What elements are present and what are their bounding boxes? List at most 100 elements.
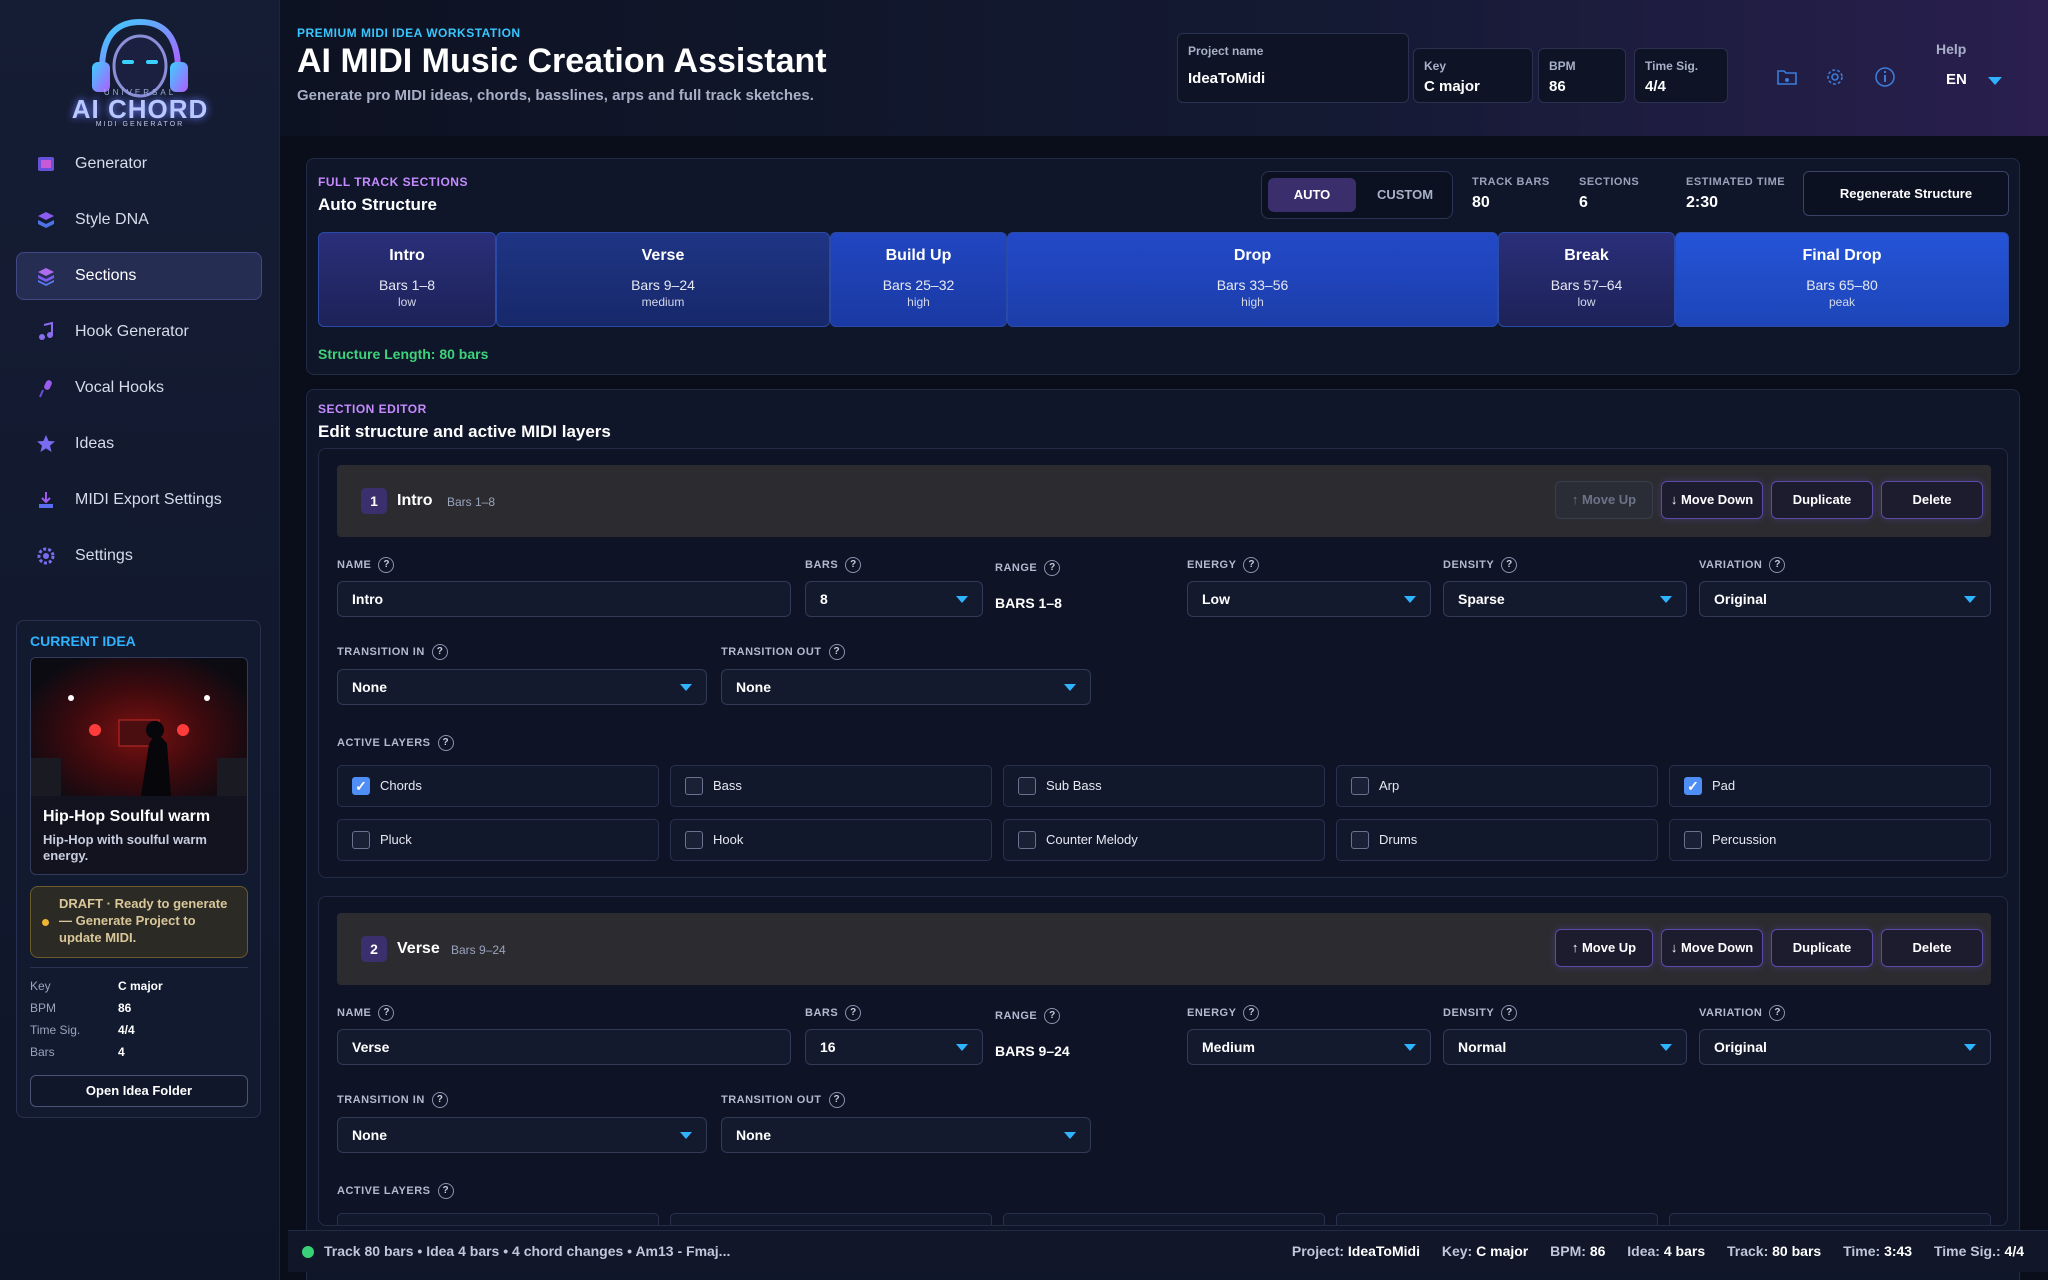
layer-drums[interactable]: Drums bbox=[1336, 819, 1658, 861]
structure-block-final-drop[interactable]: Final Drop Bars 65–80 peak bbox=[1675, 232, 2009, 327]
help-icon[interactable]: ? bbox=[431, 1092, 448, 1108]
checkbox-checked-icon[interactable]: ✓ bbox=[352, 777, 370, 795]
layer-pluck[interactable]: Pluck bbox=[337, 819, 659, 861]
help-icon[interactable]: ? bbox=[431, 644, 448, 660]
status-key: Track: bbox=[1727, 1243, 1769, 1259]
sections-value: 6 bbox=[1579, 194, 1588, 211]
energy-label: ENERGY? bbox=[1187, 557, 1260, 573]
checkbox-checked-icon[interactable]: ✓ bbox=[1684, 777, 1702, 795]
help-icon[interactable]: ? bbox=[1044, 1008, 1061, 1024]
checkbox-icon[interactable] bbox=[685, 777, 703, 795]
structure-block-verse[interactable]: Verse Bars 9–24 medium bbox=[496, 232, 830, 327]
help-icon[interactable]: ? bbox=[828, 644, 845, 660]
checkbox-icon[interactable] bbox=[352, 831, 370, 849]
toggle-custom[interactable]: CUSTOM bbox=[1362, 178, 1448, 212]
sidebar-item-sections[interactable]: Sections bbox=[16, 252, 262, 300]
density-select[interactable]: Normal bbox=[1443, 1029, 1687, 1065]
structure-block-break[interactable]: Break Bars 57–64 low bbox=[1498, 232, 1675, 327]
info-icon[interactable] bbox=[1874, 66, 1896, 88]
checkbox-icon[interactable] bbox=[1684, 831, 1702, 849]
structure-block-drop[interactable]: Drop Bars 33–56 high bbox=[1007, 232, 1498, 327]
structure-block-build-up[interactable]: Build Up Bars 25–32 high bbox=[830, 232, 1007, 327]
help-icon[interactable]: ? bbox=[845, 557, 862, 573]
help-icon[interactable]: ? bbox=[437, 735, 454, 751]
logo-main-text: AI CHORD bbox=[71, 94, 209, 124]
layer-pad[interactable]: ✓ Pad bbox=[1669, 765, 1991, 807]
duplicate-button[interactable]: Duplicate bbox=[1771, 929, 1873, 967]
transition-in-value: None bbox=[352, 1127, 387, 1143]
help-icon[interactable]: ? bbox=[378, 557, 395, 573]
help-icon[interactable]: ? bbox=[1243, 1005, 1260, 1021]
help-icon[interactable]: ? bbox=[437, 1183, 454, 1199]
layer-arp[interactable]: Arp bbox=[1336, 765, 1658, 807]
language-select[interactable]: EN bbox=[1946, 71, 1967, 88]
checkbox-icon[interactable] bbox=[685, 831, 703, 849]
layer-label: Bass bbox=[713, 778, 742, 793]
toggle-auto[interactable]: AUTO bbox=[1268, 178, 1356, 212]
variation-select[interactable]: Original bbox=[1699, 581, 1991, 617]
energy-select[interactable]: Low bbox=[1187, 581, 1431, 617]
structure-block-intro[interactable]: Intro Bars 1–8 low bbox=[318, 232, 496, 327]
bars-select[interactable]: 16 bbox=[805, 1029, 983, 1065]
help-icon[interactable]: ? bbox=[1243, 557, 1260, 573]
help-icon[interactable]: ? bbox=[1501, 557, 1518, 573]
layer-counter-melody[interactable]: Counter Melody bbox=[1003, 819, 1325, 861]
project-name-field[interactable]: Project name IdeaToMidi bbox=[1177, 33, 1409, 103]
help-icon[interactable]: ? bbox=[1501, 1005, 1518, 1021]
bpm-field[interactable]: BPM 86 bbox=[1538, 48, 1626, 103]
transition-out-select[interactable]: None bbox=[721, 1117, 1091, 1153]
help-icon[interactable]: ? bbox=[378, 1005, 395, 1021]
sidebar-item-style-dna[interactable]: Style DNA bbox=[16, 196, 262, 244]
help-icon[interactable]: ? bbox=[845, 1005, 862, 1021]
idea-artwork[interactable]: Hip-Hop Soulful warm Hip-Hop with soulfu… bbox=[30, 657, 248, 875]
checkbox-icon[interactable] bbox=[1351, 777, 1369, 795]
transition-out-select[interactable]: None bbox=[721, 669, 1091, 705]
sidebar-item-ideas[interactable]: Ideas bbox=[16, 420, 262, 468]
layer-percussion[interactable]: Percussion bbox=[1669, 819, 1991, 861]
timesig-field[interactable]: Time Sig. 4/4 bbox=[1634, 48, 1728, 103]
help-icon[interactable]: ? bbox=[828, 1092, 845, 1108]
key-field[interactable]: Key C major bbox=[1413, 48, 1533, 103]
layer-sub-bass[interactable]: Sub Bass bbox=[1003, 765, 1325, 807]
checkbox-icon[interactable] bbox=[1351, 831, 1369, 849]
layer-row-partial[interactable] bbox=[337, 1213, 659, 1225]
sidebar-item-hook-generator[interactable]: Hook Generator bbox=[16, 308, 262, 356]
layer-row-partial[interactable] bbox=[1336, 1213, 1658, 1225]
layer-row-partial[interactable] bbox=[670, 1213, 992, 1225]
regenerate-structure-button[interactable]: Regenerate Structure bbox=[1803, 171, 2009, 216]
layer-chords[interactable]: ✓ Chords bbox=[337, 765, 659, 807]
delete-button[interactable]: Delete bbox=[1881, 481, 1983, 519]
layer-hook[interactable]: Hook bbox=[670, 819, 992, 861]
help-link[interactable]: Help bbox=[1936, 41, 1966, 57]
checkbox-icon[interactable] bbox=[1018, 777, 1036, 795]
help-icon[interactable]: ? bbox=[1769, 1005, 1786, 1021]
settings-icon[interactable] bbox=[1824, 66, 1846, 88]
sidebar-item-midi-export-settings[interactable]: MIDI Export Settings bbox=[16, 476, 262, 524]
move-up-button[interactable]: ↑ Move Up bbox=[1555, 929, 1653, 967]
help-icon[interactable]: ? bbox=[1044, 560, 1061, 576]
move-down-button[interactable]: ↓ Move Down bbox=[1661, 929, 1763, 967]
move-down-button[interactable]: ↓ Move Down bbox=[1661, 481, 1763, 519]
layer-row-partial[interactable] bbox=[1003, 1213, 1325, 1225]
delete-button[interactable]: Delete bbox=[1881, 929, 1983, 967]
checkbox-icon[interactable] bbox=[1018, 831, 1036, 849]
sidebar-item-vocal-hooks[interactable]: Vocal Hooks bbox=[16, 364, 262, 412]
move-up-button[interactable]: ↑ Move Up bbox=[1555, 481, 1653, 519]
chevron-down-icon[interactable] bbox=[1988, 77, 2002, 85]
variation-select[interactable]: Original bbox=[1699, 1029, 1991, 1065]
transition-in-select[interactable]: None bbox=[337, 669, 707, 705]
density-select[interactable]: Sparse bbox=[1443, 581, 1687, 617]
energy-select[interactable]: Medium bbox=[1187, 1029, 1431, 1065]
help-icon[interactable]: ? bbox=[1769, 557, 1786, 573]
section-name-input[interactable]: Intro bbox=[337, 581, 791, 617]
transition-in-select[interactable]: None bbox=[337, 1117, 707, 1153]
sidebar-item-generator[interactable]: Generator bbox=[16, 140, 262, 188]
section-name-input[interactable]: Verse bbox=[337, 1029, 791, 1065]
folder-music-icon[interactable] bbox=[1776, 66, 1798, 88]
layer-bass[interactable]: Bass bbox=[670, 765, 992, 807]
layer-row-partial[interactable] bbox=[1669, 1213, 1991, 1225]
duplicate-button[interactable]: Duplicate bbox=[1771, 481, 1873, 519]
bars-select[interactable]: 8 bbox=[805, 581, 983, 617]
sidebar-item-settings[interactable]: Settings bbox=[16, 532, 262, 580]
open-idea-folder-button[interactable]: Open Idea Folder bbox=[30, 1075, 248, 1107]
